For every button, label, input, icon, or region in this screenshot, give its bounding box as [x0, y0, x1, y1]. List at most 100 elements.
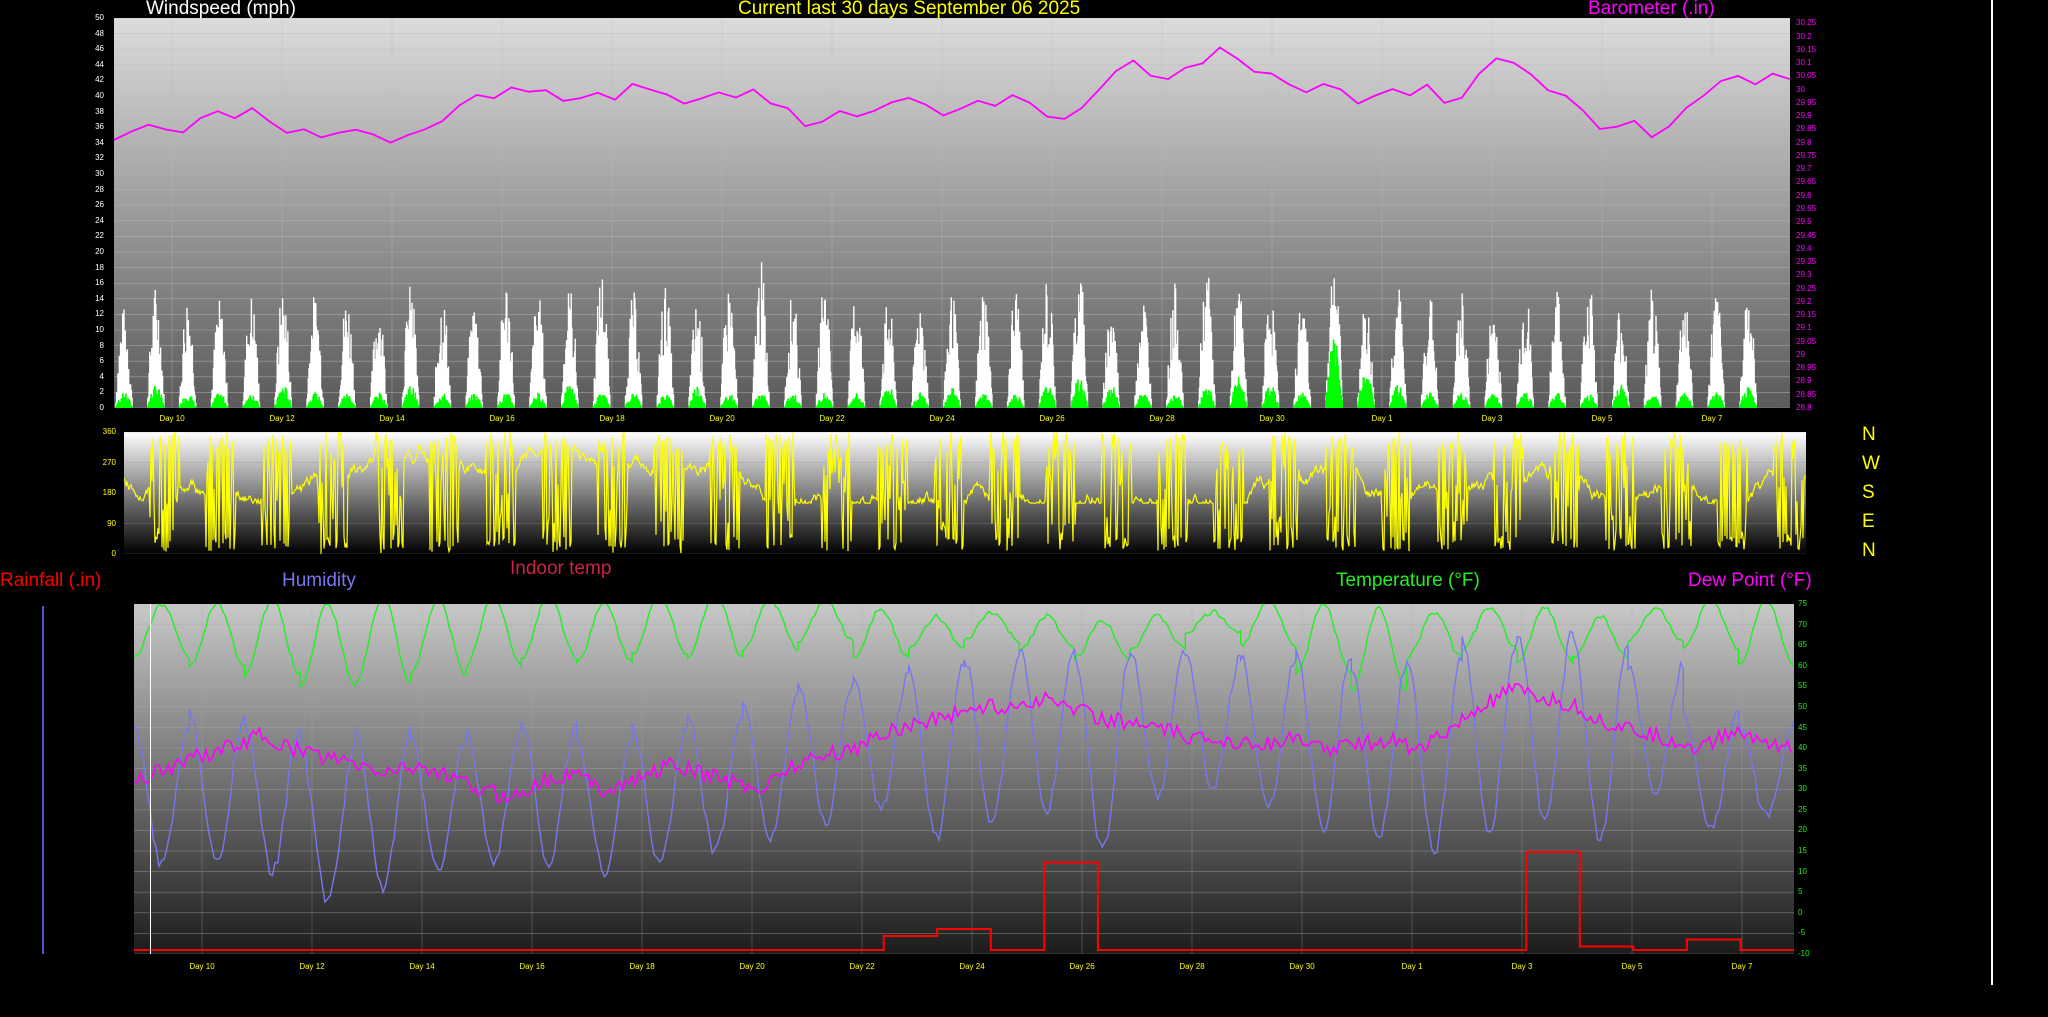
barometer-y-tick: 29.2 — [1796, 296, 1812, 306]
wind-y-tick: 14 — [95, 293, 104, 303]
wind-y-tick: 26 — [95, 200, 104, 210]
wind-y-tick: 18 — [95, 262, 104, 272]
x-tick-label: Day 3 — [1511, 962, 1533, 971]
x-tick-label: Day 14 — [409, 962, 435, 971]
x-tick-label: Day 16 — [519, 962, 545, 971]
dew-point-axis-label: Dew Point (°F) — [1688, 570, 1812, 591]
barometer-y-tick: 29.7 — [1796, 164, 1812, 174]
wind-y-tick: 16 — [95, 278, 104, 288]
temperature-y-tick: 20 — [1798, 825, 1807, 835]
barometer-series — [114, 46, 1790, 144]
barometer-y-tick: 29.35 — [1796, 257, 1817, 267]
compass-label: N — [1862, 540, 1876, 561]
barometer-y-tick: 30.05 — [1796, 71, 1817, 81]
barometer-y-tick: 29.85 — [1796, 124, 1817, 134]
temperature-humidity-plot — [134, 604, 1794, 954]
x-tick-label: Day 26 — [1069, 962, 1095, 971]
direction-y-tick: 0 — [111, 549, 116, 558]
x-tick-label: Day 24 — [929, 414, 955, 423]
barometer-y-tick: 29.6 — [1796, 190, 1812, 200]
rainfall-axis-label: Rainfall (.in) — [0, 570, 102, 591]
x-tick-label: Day 10 — [189, 962, 215, 971]
rainfall-series — [134, 851, 1794, 951]
wind-y-tick: 32 — [95, 153, 104, 163]
x-tick-label: Day 1 — [1401, 962, 1423, 971]
x-tick-label: Day 18 — [629, 962, 655, 971]
barometer-y-tick: 30.15 — [1796, 44, 1817, 54]
x-tick-label: Day 20 — [739, 962, 765, 971]
x-tick-label: Day 12 — [269, 414, 295, 423]
wind-y-tick: 22 — [95, 231, 104, 241]
humidity-series — [134, 630, 1794, 904]
wind-y-tick: 50 — [95, 13, 104, 22]
x-tick-label: Day 30 — [1259, 414, 1285, 423]
temperature-y-tick: 35 — [1798, 763, 1807, 773]
temperature-y-tick: 50 — [1798, 701, 1807, 711]
wind-y-tick: 42 — [95, 75, 104, 85]
x-tick-label: Day 14 — [379, 414, 405, 423]
current-marker-line — [150, 604, 151, 954]
barometer-y-tick: 29.5 — [1796, 217, 1812, 227]
x-tick-label: Day 28 — [1179, 962, 1205, 971]
temperature-humidity-svg — [134, 604, 1794, 954]
temperature-y-tick: 55 — [1798, 681, 1807, 691]
x-tick-label: Day 16 — [489, 414, 515, 423]
compass-label: E — [1862, 511, 1875, 532]
barometer-y-tick: 28.9 — [1796, 376, 1812, 386]
barometer-y-tick: 29.3 — [1796, 270, 1812, 280]
barometer-y-tick: 29.05 — [1796, 336, 1817, 346]
x-tick-label: Day 10 — [159, 414, 185, 423]
wind-y-tick: 4 — [99, 371, 104, 381]
x-tick-label: Day 5 — [1591, 414, 1613, 423]
barometer-y-tick: 30.25 — [1796, 18, 1817, 28]
temperature-y-tick: 5 — [1798, 887, 1803, 897]
x-tick-label: Day 22 — [819, 414, 845, 423]
right-border-line — [1991, 0, 1993, 985]
barometer-y-tick: 29 — [1796, 349, 1805, 359]
barometer-y-tick: 28.8 — [1796, 403, 1812, 412]
humidity-axis-label: Humidity — [282, 570, 356, 591]
wind-y-tick: 20 — [95, 247, 104, 256]
temperature-y-tick: 65 — [1798, 640, 1807, 650]
x-tick-label: Day 24 — [959, 962, 985, 971]
barometer-y-tick: 29.75 — [1796, 150, 1817, 160]
wind-y-tick: 0 — [99, 403, 104, 412]
direction-y-tick: 180 — [102, 488, 116, 497]
barometer-y-tick: 30.2 — [1796, 31, 1812, 41]
compass-label: N — [1862, 424, 1876, 445]
temperature-y-tick: 75 — [1798, 599, 1807, 608]
temperature-y-tick: 45 — [1798, 722, 1807, 732]
temperature-y-tick: 70 — [1798, 619, 1807, 629]
x-tick-label: Day 3 — [1481, 414, 1503, 423]
wind-y-tick: 24 — [95, 215, 104, 225]
indoor-temp-label: Indoor temp — [510, 558, 612, 579]
barometer-y-tick: 28.95 — [1796, 363, 1817, 373]
windspeed-axis-label: Windspeed (mph) — [146, 0, 296, 19]
x-tick-label: Day 30 — [1289, 962, 1315, 971]
compass-label: W — [1862, 453, 1880, 474]
temperature-y-tick: -5 — [1798, 928, 1806, 938]
rainfall-axis-bar — [42, 606, 44, 954]
barometer-y-tick: 29.55 — [1796, 204, 1817, 214]
wind-barometer-plot — [114, 18, 1790, 408]
x-tick-label: Day 22 — [849, 962, 875, 971]
barometer-y-tick: 29.65 — [1796, 177, 1817, 187]
x-tick-label: Day 20 — [709, 414, 735, 423]
x-tick-label: Day 18 — [599, 414, 625, 423]
direction-y-tick: 360 — [102, 427, 116, 436]
x-tick-label: Day 1 — [1371, 414, 1393, 423]
temperature-y-tick: 60 — [1798, 660, 1807, 670]
barometer-y-tick: 29.9 — [1796, 111, 1812, 121]
barometer-y-tick: 29.1 — [1796, 323, 1812, 333]
temperature-axis-label: Temperature (°F) — [1336, 570, 1480, 591]
x-tick-label: Day 12 — [299, 962, 325, 971]
wind-y-tick: 44 — [95, 59, 104, 69]
wind-direction-svg — [124, 432, 1806, 554]
wind-y-tick: 10 — [95, 325, 104, 334]
temperature-y-tick: 40 — [1798, 743, 1807, 753]
direction-y-tick: 90 — [107, 518, 116, 528]
wind-average-series — [115, 339, 1757, 408]
wind-y-tick: 6 — [99, 356, 104, 366]
wind-y-tick: 2 — [99, 387, 104, 397]
x-tick-label: Day 5 — [1621, 962, 1643, 971]
